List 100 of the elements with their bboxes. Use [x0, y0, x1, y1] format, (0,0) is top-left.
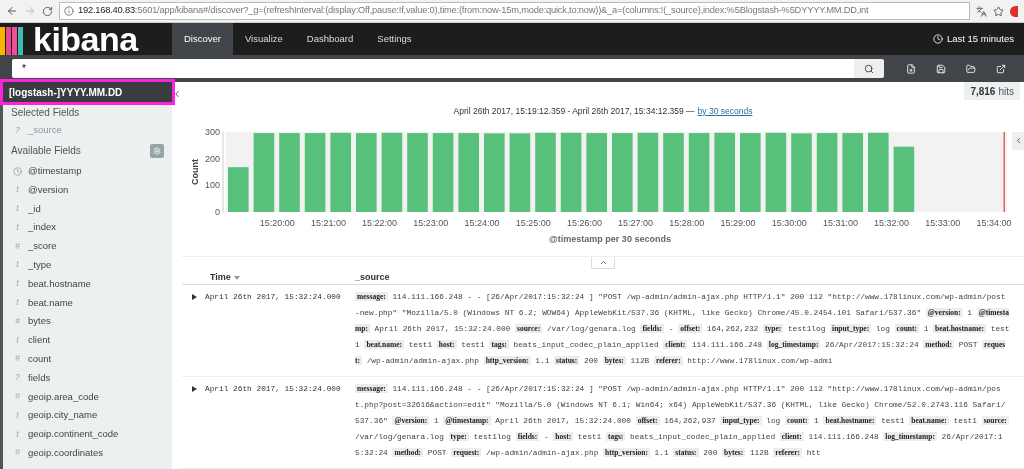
nav-tab[interactable]: Dashboard	[294, 23, 366, 55]
field-name[interactable]: geoip.coordinates	[28, 446, 103, 461]
time-range-text: April 26th 2017, 15:19:12.359 - April 26th 2017, 15:34:12.359 —	[453, 105, 695, 118]
section-title: Available Fields	[11, 144, 81, 159]
x-tick-label: 15:30:00	[771, 217, 807, 228]
caret-right-icon[interactable]	[192, 294, 197, 301]
collapse-chart-button[interactable]	[591, 256, 615, 269]
histogram-bar[interactable]	[791, 133, 812, 212]
x-tick-label: 15:28:00	[669, 217, 705, 228]
caret-right-icon[interactable]	[192, 386, 197, 393]
interval-link[interactable]: by 30 seconds	[697, 105, 753, 118]
field-type-icon: #	[13, 352, 22, 366]
histogram-bar[interactable]	[279, 132, 300, 212]
field-name[interactable]: geoip.area_code	[28, 389, 99, 404]
histogram-bar[interactable]	[356, 132, 377, 212]
x-tick-label: 15:34:00	[976, 217, 1012, 228]
x-tick-label: 15:26:00	[566, 217, 602, 228]
field-type-icon: t	[13, 183, 22, 197]
histogram-bar[interactable]	[868, 132, 889, 212]
histogram-bar[interactable]	[586, 132, 607, 212]
histogram-bar[interactable]	[612, 132, 633, 212]
field-type-icon: t	[13, 408, 22, 423]
histogram-bar[interactable]	[663, 132, 684, 212]
kibana-logo[interactable]: kibana	[0, 23, 172, 55]
field-type-icon: t	[13, 258, 22, 272]
y-tick-label: 200	[204, 153, 220, 164]
field-name[interactable]: bytes	[28, 314, 51, 329]
column-header[interactable]: Time	[210, 270, 231, 285]
field-type-icon: #	[13, 446, 22, 460]
field-type-icon: ?	[13, 371, 22, 385]
search-button[interactable]	[854, 59, 884, 78]
info-icon	[64, 6, 74, 16]
field-type-icon: t	[13, 220, 22, 235]
url-field[interactable]: 192.168.40.83:5601/app/kibana#/discover?_g=(refreshInterval:(display:Off,pause:!f,value:0),time:(from:now-15m,mode:quick,to:now))&_a=(columns:!(_source),index:%5Blogstash-%5DYYYY.MM.DD,int	[59, 2, 970, 20]
sort-caret-icon[interactable]	[233, 275, 240, 280]
x-tick-label: 15:29:00	[720, 217, 756, 228]
field-name[interactable]: _type	[28, 258, 52, 273]
x-tick-label: 15:20:00	[259, 217, 295, 228]
field-name[interactable]: beat.name	[28, 295, 73, 310]
share-icon[interactable]	[996, 63, 1006, 74]
new-document-icon[interactable]	[906, 63, 916, 74]
back-icon[interactable]	[6, 5, 18, 17]
hits-label: hits	[998, 84, 1014, 99]
field-name[interactable]: @version	[28, 182, 69, 198]
translate-icon[interactable]	[976, 5, 987, 17]
field-type-icon: #	[13, 390, 22, 404]
star-icon[interactable]	[993, 5, 1004, 17]
logo-text: kibana	[33, 22, 138, 56]
histogram-bar[interactable]	[535, 132, 556, 212]
field-name[interactable]: _score	[28, 239, 57, 254]
x-axis-label: @timestamp per 30 seconds	[549, 233, 671, 244]
x-tick-label: 15:31:00	[822, 217, 858, 228]
field-name[interactable]: fields	[28, 370, 51, 386]
y-tick-label: 100	[204, 180, 220, 191]
reload-icon[interactable]	[42, 5, 53, 17]
field-type-icon: t	[13, 202, 22, 216]
folder-icon[interactable]	[966, 63, 976, 74]
histogram-bar[interactable]	[407, 132, 428, 212]
save-icon[interactable]	[936, 63, 946, 74]
field-name[interactable]: beat.hostname	[28, 276, 91, 292]
field-name[interactable]: geoip.city_name	[28, 408, 98, 423]
histogram-bar[interactable]	[740, 132, 761, 212]
field-name[interactable]: @timestamp	[28, 164, 82, 179]
x-tick-label: 15:27:00	[618, 217, 654, 228]
field-name[interactable]: _index	[28, 220, 56, 235]
search-icon	[864, 63, 874, 74]
clock-icon	[13, 166, 22, 176]
y-tick-label: 300	[204, 126, 220, 137]
field-name[interactable]: client	[28, 333, 51, 348]
time-picker-button[interactable]: Last 15 minutes	[932, 31, 1024, 47]
histogram-bar[interactable]	[228, 166, 249, 212]
index-pattern-header[interactable]: [logstash-]YYYY.MM.DD	[3, 82, 172, 102]
search-field[interactable]: *	[12, 59, 854, 78]
field-name[interactable]: geoip.continent_code	[28, 427, 119, 442]
histogram-bar[interactable]	[458, 132, 479, 212]
x-tick-label: 15:23:00	[413, 217, 449, 228]
x-tick-label: 15:33:00	[925, 217, 961, 228]
field-name[interactable]: count	[28, 352, 52, 367]
nav-tab[interactable]: Settings	[365, 23, 424, 55]
settings-icon	[153, 146, 161, 155]
extension-icon[interactable]	[1010, 5, 1018, 17]
histogram-bar[interactable]	[509, 133, 531, 212]
nav-tab[interactable]: Visualize	[232, 23, 295, 55]
clock-icon	[932, 34, 943, 44]
field-type-icon: t	[13, 427, 22, 442]
forward-icon[interactable]	[24, 5, 36, 17]
column-header[interactable]: _source	[355, 270, 390, 285]
hits-count: 7,816	[970, 84, 996, 99]
x-tick-label: 15:22:00	[362, 217, 398, 228]
settings-button[interactable]	[150, 143, 164, 158]
x-tick-label: 15:32:00	[874, 217, 910, 228]
field-type-icon: #	[13, 239, 22, 254]
histogram-bar[interactable]	[842, 132, 863, 212]
histogram-bar[interactable]	[330, 132, 351, 212]
field-name[interactable]: _id	[28, 201, 41, 216]
expand-chart-button[interactable]	[1012, 131, 1024, 150]
histogram-bar[interactable]	[714, 132, 735, 212]
nav-tab[interactable]: Discover	[172, 23, 233, 55]
section-title: Selected Fields	[10, 106, 81, 120]
histogram-bar[interactable]	[484, 133, 505, 212]
